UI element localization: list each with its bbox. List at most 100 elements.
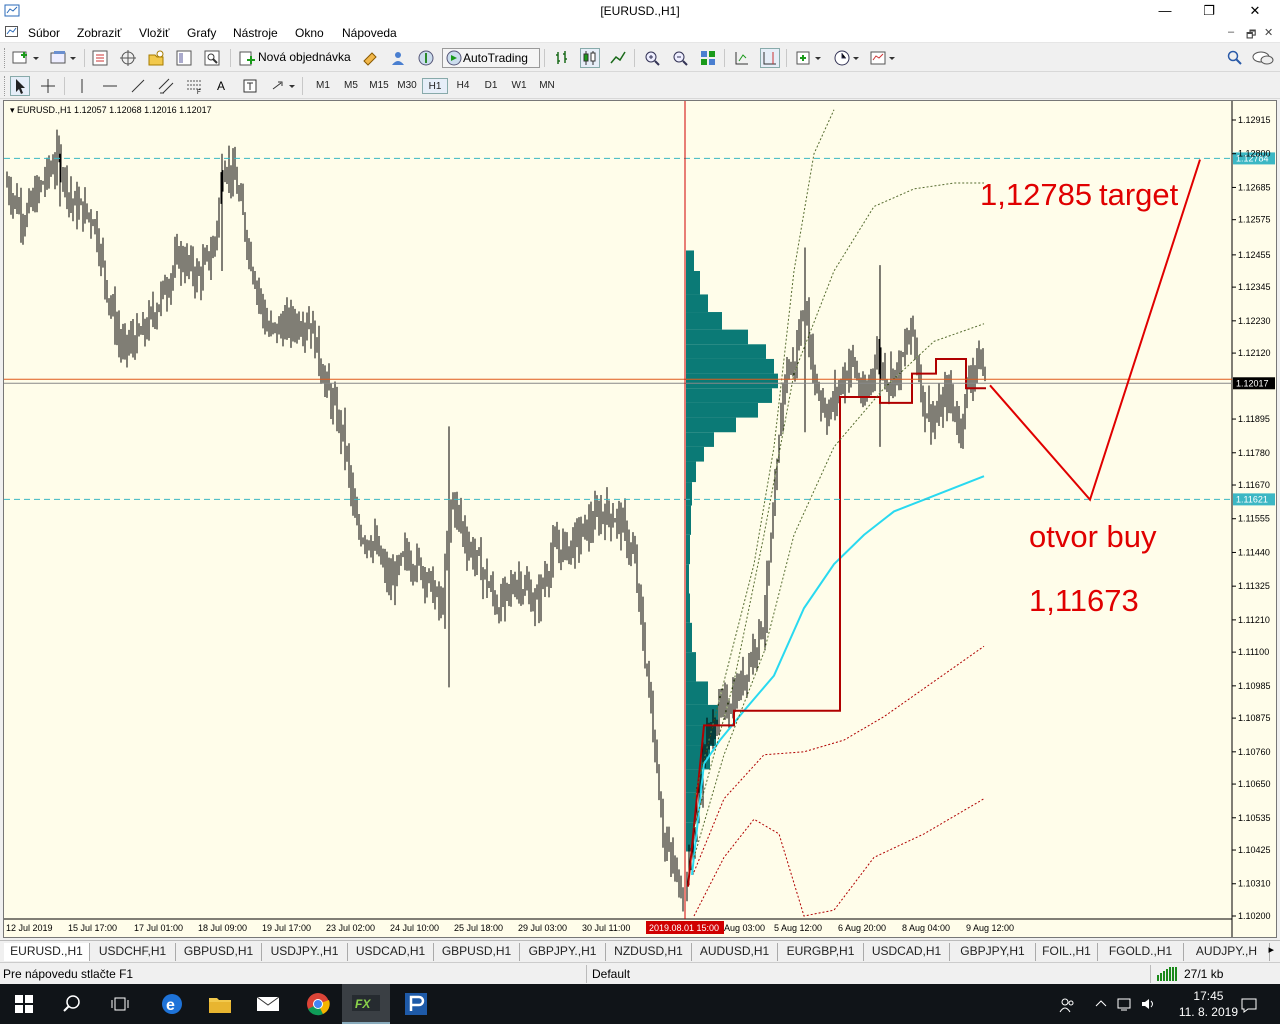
cursor-icon[interactable] bbox=[10, 76, 30, 96]
people-icon[interactable] bbox=[1058, 996, 1076, 1017]
menu-insert[interactable]: Vložiť bbox=[139, 26, 170, 40]
target-value-text: 1,12785 bbox=[980, 177, 1092, 212]
tray-expand-icon[interactable] bbox=[1094, 996, 1108, 1013]
menu-file[interactable]: Súbor bbox=[28, 26, 60, 40]
symbol-tab[interactable]: GBPJPY.,H1 bbox=[520, 943, 606, 961]
periods-icon[interactable] bbox=[832, 48, 862, 68]
mail-icon[interactable] bbox=[244, 984, 292, 1024]
symbol-tab[interactable]: USDCHF,H1 bbox=[90, 943, 176, 961]
symbol-tab[interactable]: USDCAD,H1 bbox=[864, 943, 950, 961]
fibonacci-icon[interactable]: F bbox=[184, 76, 204, 96]
symbol-tab[interactable]: FGOLD.,H1 bbox=[1098, 943, 1184, 961]
zoom-in-icon[interactable] bbox=[642, 48, 662, 68]
symbol-tab[interactable]: AUDUSD,H1 bbox=[692, 943, 778, 961]
timeframe-m30[interactable]: M30 bbox=[394, 78, 420, 94]
zoom-out-icon[interactable] bbox=[670, 48, 690, 68]
channel-icon[interactable] bbox=[156, 76, 176, 96]
bar-chart-icon[interactable] bbox=[552, 48, 572, 68]
volume-profile-bar bbox=[686, 417, 736, 433]
menu-view[interactable]: Zobraziť bbox=[77, 26, 122, 40]
market-watch-icon[interactable] bbox=[90, 48, 110, 68]
vline-time-label: 2019.08.01 15:00 bbox=[649, 923, 719, 933]
taskbar-clock[interactable]: 17:45 11. 8. 2019 bbox=[1179, 988, 1238, 1020]
text-label-icon[interactable] bbox=[240, 76, 260, 96]
mdi-close-button[interactable]: ✕ bbox=[1264, 26, 1273, 39]
vps-icon[interactable] bbox=[416, 48, 436, 68]
volume-profile-bar bbox=[686, 270, 700, 295]
toolbar-grip[interactable] bbox=[4, 48, 7, 68]
volume-icon[interactable] bbox=[1140, 996, 1158, 1015]
timeframe-m1[interactable]: M1 bbox=[310, 78, 336, 94]
line-chart-icon[interactable] bbox=[608, 48, 628, 68]
symbol-tab[interactable]: FOIL.,H1 bbox=[1036, 943, 1098, 961]
symbol-tab[interactable]: USDCAD,H1 bbox=[348, 943, 434, 961]
symbol-tab[interactable]: GBPJPY,H1 bbox=[950, 943, 1036, 961]
terminal-icon[interactable] bbox=[174, 48, 194, 68]
candlestick-chart-icon[interactable] bbox=[580, 48, 600, 68]
windows-start-icon[interactable] bbox=[0, 984, 48, 1024]
crosshair-data-icon[interactable] bbox=[118, 48, 138, 68]
timeframe-h1[interactable]: H1 bbox=[422, 78, 448, 94]
indicators-icon[interactable] bbox=[794, 48, 824, 68]
trendline-icon[interactable] bbox=[128, 76, 148, 96]
timeframe-d1[interactable]: D1 bbox=[478, 78, 504, 94]
symbol-tab[interactable]: AUDJPY.,H bbox=[1184, 943, 1270, 961]
minimize-button[interactable]: — bbox=[1142, 0, 1188, 22]
symbol-tab[interactable]: NZDUSD,H1 bbox=[606, 943, 692, 961]
timeframe-m15[interactable]: M15 bbox=[366, 78, 392, 94]
menu-window[interactable]: Okno bbox=[295, 26, 324, 40]
autotrading-button[interactable]: AutoTrading bbox=[442, 48, 540, 68]
text-tool-button[interactable]: A bbox=[212, 76, 230, 96]
forex-app-icon[interactable]: FX bbox=[342, 984, 390, 1024]
price-chart[interactable]: 1.127841.116211.120171,12785 targetotvor … bbox=[4, 101, 1276, 937]
profiles-icon[interactable] bbox=[48, 48, 78, 68]
new-chart-icon[interactable] bbox=[10, 48, 40, 68]
strategy-tester-icon[interactable] bbox=[202, 48, 222, 68]
tile-windows-icon[interactable] bbox=[698, 48, 718, 68]
toolbar-grip[interactable] bbox=[4, 76, 7, 96]
mdi-minimize-button[interactable]: – bbox=[1228, 26, 1234, 38]
chart-shift-icon[interactable] bbox=[760, 48, 780, 68]
timeframe-w1[interactable]: W1 bbox=[506, 78, 532, 94]
symbol-tab[interactable]: EURGBP,H1 bbox=[778, 943, 864, 961]
timeframe-mn[interactable]: MN bbox=[534, 78, 560, 94]
app-r-icon[interactable] bbox=[392, 984, 440, 1024]
new-order-button[interactable]: Nová objednávka bbox=[238, 48, 356, 68]
chart-collapse-icon[interactable]: ▾ bbox=[10, 105, 15, 115]
signals-icon[interactable] bbox=[388, 48, 408, 68]
timeframe-m5[interactable]: M5 bbox=[338, 78, 364, 94]
horizontal-line-icon[interactable] bbox=[100, 76, 120, 96]
edge-browser-icon[interactable]: e bbox=[148, 984, 196, 1024]
chrome-icon[interactable] bbox=[294, 984, 342, 1024]
search-icon[interactable] bbox=[48, 984, 96, 1024]
time-tick-label: 12 Jul 2019 bbox=[6, 923, 53, 933]
vertical-line-icon[interactable] bbox=[72, 76, 92, 96]
task-view-icon[interactable] bbox=[96, 984, 144, 1024]
chat-icon[interactable] bbox=[1250, 48, 1276, 68]
auto-scroll-icon[interactable] bbox=[732, 48, 752, 68]
crosshair-icon[interactable] bbox=[38, 76, 58, 96]
menu-charts[interactable]: Grafy bbox=[187, 26, 216, 40]
search-icon[interactable] bbox=[1224, 48, 1244, 68]
symbol-tab[interactable]: USDJPY.,H1 bbox=[262, 943, 348, 961]
maximize-button[interactable]: ❐ bbox=[1186, 0, 1232, 22]
file-explorer-icon[interactable] bbox=[196, 984, 244, 1024]
symbol-tab[interactable]: GBPUSD,H1 bbox=[434, 943, 520, 961]
menu-tools[interactable]: Nástroje bbox=[233, 26, 278, 40]
templates-icon[interactable] bbox=[868, 48, 898, 68]
symbol-tab[interactable]: GBPUSD,H1 bbox=[176, 943, 262, 961]
chart-window[interactable]: 1.12784 1.11621 1.12017 1,12785 target otvor … bbox=[3, 100, 1277, 938]
metaeditor-icon[interactable] bbox=[360, 48, 380, 68]
mdi-restore-button[interactable]: 🗗 bbox=[1246, 26, 1256, 45]
network-icon[interactable] bbox=[1116, 996, 1134, 1015]
navigator-icon[interactable] bbox=[146, 48, 166, 68]
menu-help[interactable]: Nápoveda bbox=[342, 26, 397, 40]
status-traffic: 27/1 kb bbox=[1184, 967, 1224, 981]
symbol-tab[interactable]: EURUSD.,H1 bbox=[4, 943, 90, 961]
tabs-scroll-right-icon[interactable]: ▸ bbox=[1268, 943, 1274, 956]
time-tick-label: 15 Jul 17:00 bbox=[68, 923, 117, 933]
timeframe-h4[interactable]: H4 bbox=[450, 78, 476, 94]
notifications-icon[interactable] bbox=[1240, 996, 1258, 1017]
arrows-icon[interactable] bbox=[268, 76, 298, 96]
close-button[interactable]: ✕ bbox=[1232, 0, 1278, 22]
